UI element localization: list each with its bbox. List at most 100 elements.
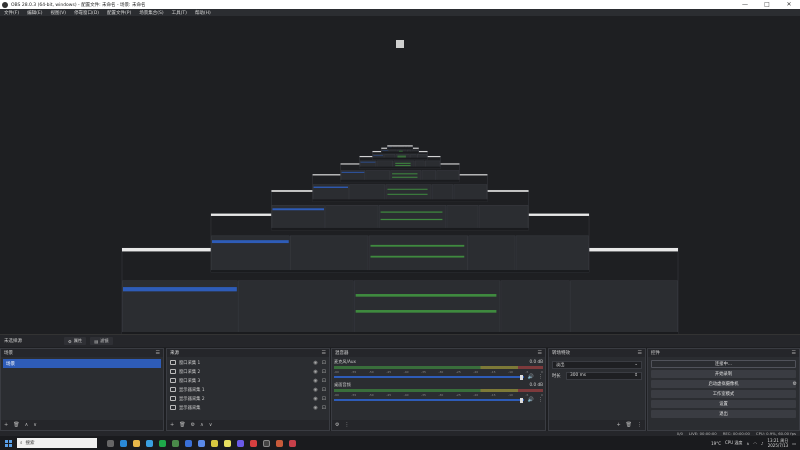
app-icon[interactable]	[289, 439, 296, 447]
add-transition-button[interactable]: +	[616, 422, 620, 428]
lock-icon[interactable]: ⊡	[322, 396, 326, 402]
volume-slider[interactable]: 🔊 ⋮	[334, 397, 543, 403]
source-item[interactable]: 窗口采集 1 ◉ ⊡	[170, 358, 326, 367]
move-source-up-button[interactable]: ∧	[200, 422, 204, 428]
menu-profile[interactable]: 配置文件(P)	[103, 10, 135, 16]
lock-icon[interactable]: ⊡	[322, 405, 326, 411]
menu-help[interactable]: 帮助(H)	[191, 10, 215, 16]
preview-canvas[interactable]	[0, 16, 800, 334]
dock-menu-icon[interactable]: ☰	[156, 350, 160, 356]
store-icon[interactable]	[146, 439, 153, 447]
gear-icon[interactable]: ⚙	[793, 381, 797, 387]
network-icon[interactable]: ◠	[753, 441, 757, 446]
properties-button[interactable]: ⚙ 属性	[64, 337, 87, 345]
windows-start-icon[interactable]	[5, 439, 12, 447]
source-properties-button[interactable]: ⚙	[191, 422, 195, 428]
source-item[interactable]: 窗口采集 2 ◉ ⊡	[170, 367, 326, 376]
start-streaming-button[interactable]: 连接中...	[651, 360, 796, 368]
file-explorer-icon[interactable]	[133, 439, 140, 447]
menu-scene-collection[interactable]: 场景集合(S)	[135, 10, 167, 16]
wechat-icon[interactable]	[159, 439, 166, 447]
settings-button[interactable]: 设置	[651, 400, 796, 408]
maximize-button[interactable]: □	[756, 0, 778, 9]
notification-icon[interactable]: ▭	[792, 441, 796, 446]
transition-type-select[interactable]: 淡出 ⌄	[552, 360, 642, 369]
visibility-icon[interactable]: ◉	[313, 360, 317, 366]
advanced-audio-icon[interactable]: ⚙	[335, 422, 339, 428]
menu-edit[interactable]: 编辑(E)	[23, 10, 46, 16]
lock-icon[interactable]: ⊡	[322, 387, 326, 393]
visibility-icon[interactable]: ◉	[313, 396, 317, 402]
duration-spinbox[interactable]: 300 ms ⇕	[566, 371, 642, 380]
scene-item[interactable]: 场景	[3, 359, 161, 368]
transition-menu-button[interactable]: ⋮	[637, 422, 642, 428]
app-icon[interactable]	[172, 439, 179, 447]
lock-icon[interactable]: ⊡	[322, 378, 326, 384]
edge-icon[interactable]	[120, 439, 127, 447]
source-item[interactable]: 窗口采集 3 ◉ ⊡	[170, 376, 326, 385]
dock-menu-icon[interactable]: ☰	[792, 350, 796, 356]
audio-mixer-dock: 混音器 ☰ 麦克风/Aux 0.0 dB -60 -55 -50 -45 -40 -35-…	[331, 348, 546, 431]
clock[interactable]: 13:21 周日 2025/7/13	[767, 438, 788, 448]
close-button[interactable]: ✕	[778, 0, 800, 9]
minimize-button[interactable]: —	[734, 0, 756, 9]
source-item[interactable]: 显示器采集 1 ◉ ⊡	[170, 385, 326, 394]
slider-handle[interactable]	[520, 397, 523, 403]
remove-scene-button[interactable]: 🗑	[13, 422, 19, 428]
filters-button[interactable]: ▤ 滤镜	[90, 337, 113, 345]
obs-taskbar-icon[interactable]	[263, 439, 270, 447]
slider-track[interactable]	[334, 399, 524, 401]
window-capture-icon	[170, 369, 176, 374]
move-source-down-button[interactable]: ∨	[209, 422, 213, 428]
add-scene-button[interactable]: +	[4, 422, 8, 428]
lock-icon[interactable]: ⊡	[322, 369, 326, 375]
app-icon[interactable]	[224, 439, 231, 447]
menu-file[interactable]: 文件(F)	[0, 10, 23, 16]
studio-mode-button[interactable]: 工作室模式	[651, 390, 796, 398]
exit-button[interactable]: 退出	[651, 410, 796, 418]
dock-menu-icon[interactable]: ☰	[638, 350, 642, 356]
dock-menu-icon[interactable]: ☰	[538, 350, 542, 356]
visibility-icon[interactable]: ◉	[313, 387, 317, 393]
scene-transitions-dock: 转场特效 ☰ 淡出 ⌄ 时长 300 ms ⇕ + 🗑 ⋮	[548, 348, 646, 431]
source-item[interactable]: 显示器采集 2 ◉ ⊡	[170, 394, 326, 403]
menu-tools[interactable]: 工具(T)	[168, 10, 191, 16]
slider-handle[interactable]	[520, 374, 523, 380]
app-icon[interactable]	[211, 439, 218, 447]
app-icon[interactable]	[250, 439, 257, 447]
slider-track[interactable]	[334, 376, 524, 378]
add-source-button[interactable]: +	[170, 422, 174, 428]
spinner-icon[interactable]: ⇕	[634, 373, 638, 378]
menu-view[interactable]: 视图(V)	[46, 10, 70, 16]
tray-chevron-icon[interactable]: ∧	[746, 441, 749, 446]
gear-icon[interactable]: ⋮	[538, 397, 543, 403]
taskbar-search-input[interactable]: ⌕ 搜索	[17, 438, 97, 448]
visibility-icon[interactable]: ◉	[313, 378, 317, 384]
remove-transition-button[interactable]: 🗑	[626, 422, 632, 428]
move-scene-up-button[interactable]: ∧	[25, 422, 29, 428]
nested-taskbar	[381, 151, 419, 154]
remove-source-button[interactable]: 🗑	[179, 422, 185, 428]
lock-icon[interactable]: ⊡	[322, 360, 326, 366]
start-recording-button[interactable]: 开始录制	[651, 370, 796, 378]
visibility-icon[interactable]: ◉	[313, 405, 317, 411]
speaker-icon[interactable]: 🔊	[528, 397, 534, 403]
controls-dock-header: 控件 ☰	[648, 349, 799, 357]
visibility-icon[interactable]: ◉	[313, 369, 317, 375]
task-view-icon[interactable]	[107, 439, 114, 447]
mixer-menu-icon[interactable]: ⋮	[344, 422, 349, 428]
move-scene-down-button[interactable]: ∨	[33, 422, 37, 428]
source-item[interactable]: 显示器采集 ◉ ⊡	[170, 403, 326, 412]
speaker-icon[interactable]: 🔊	[528, 374, 534, 380]
gear-icon[interactable]: ⋮	[538, 374, 543, 380]
app-icon[interactable]	[237, 439, 244, 447]
chrome-icon[interactable]	[185, 439, 192, 447]
app-icon[interactable]	[276, 439, 283, 447]
app-icon[interactable]	[198, 439, 205, 447]
menu-docks[interactable]: 停靠窗口(D)	[70, 10, 103, 16]
volume-slider[interactable]: 🔊 ⋮	[334, 374, 543, 380]
start-virtual-camera-button[interactable]: 启动虚拟摄像机 ⚙	[651, 380, 797, 388]
weather-desc: CPU 温度	[725, 440, 743, 445]
dock-menu-icon[interactable]: ☰	[322, 350, 326, 356]
volume-icon[interactable]: ♪	[761, 441, 764, 446]
